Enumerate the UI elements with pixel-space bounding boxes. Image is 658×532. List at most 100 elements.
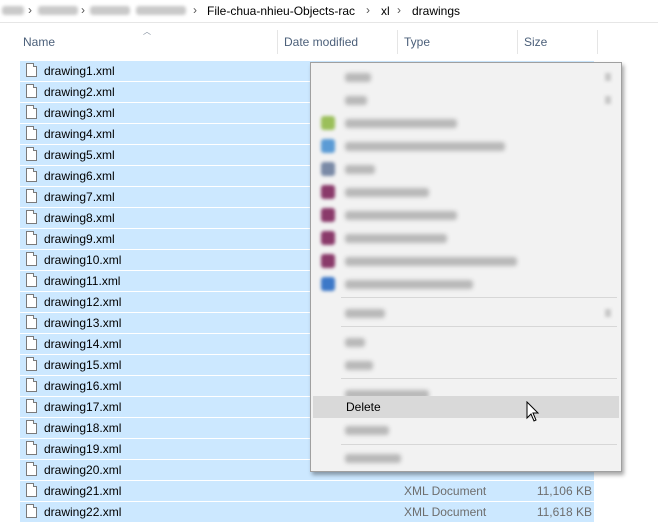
file-name: drawing21.xml [44, 484, 122, 498]
xml-file-icon [26, 378, 37, 392]
blurred-path-segment[interactable] [38, 6, 78, 15]
file-size: 11,618 KB [536, 505, 592, 519]
xml-file-icon [26, 252, 37, 266]
file-size: 11,106 KB [536, 484, 592, 498]
winrar-icon [321, 231, 335, 245]
file-name: drawing11.xml [44, 274, 121, 288]
chevron-right-icon: › [193, 3, 197, 17]
xml-file-icon [26, 210, 37, 224]
xml-file-icon [26, 189, 37, 203]
breadcrumb-item[interactable]: xl [381, 4, 390, 18]
xml-file-icon [26, 315, 37, 329]
submenu-arrow-icon [605, 73, 611, 81]
column-header-type[interactable]: Type [398, 30, 516, 54]
file-name: drawing2.xml [44, 85, 115, 99]
file-name: drawing5.xml [44, 148, 115, 162]
menu-item-blurred[interactable] [313, 419, 619, 441]
column-header-label: Type [404, 35, 431, 49]
file-type: XML Document [404, 484, 487, 498]
xml-file-icon [26, 462, 37, 476]
malwarebytes-icon [321, 277, 335, 291]
menu-item-blurred[interactable] [313, 66, 619, 88]
file-name: drawing19.xml [44, 442, 122, 456]
winrar-icon [321, 185, 335, 199]
xml-file-icon [26, 63, 37, 77]
file-row[interactable]: drawing22.xml XML Document 11,618 KB [20, 502, 594, 522]
xml-file-icon [26, 105, 37, 119]
xml-file-icon [26, 126, 37, 140]
menu-item-blurred[interactable] [313, 181, 619, 203]
winrar-icon [321, 208, 335, 222]
menu-item-blurred[interactable] [313, 250, 619, 272]
menu-separator [341, 378, 617, 379]
xml-file-icon [26, 483, 37, 497]
menu-item-blurred[interactable] [313, 135, 619, 157]
xml-file-icon [26, 294, 37, 308]
app-icon [321, 116, 335, 130]
file-row[interactable]: drawing21.xml XML Document 11,106 KB [20, 481, 594, 501]
column-header-size[interactable]: Size [518, 30, 596, 54]
file-name: drawing13.xml [44, 316, 122, 330]
file-name: drawing7.xml [44, 190, 115, 204]
file-name: drawing17.xml [44, 400, 122, 414]
menu-separator [341, 297, 617, 298]
xml-file-icon [26, 420, 37, 434]
file-name: drawing9.xml [44, 232, 115, 246]
chevron-right-icon: › [397, 3, 401, 17]
chevron-right-icon: › [28, 3, 32, 17]
menu-item-blurred[interactable] [313, 302, 619, 324]
xml-file-icon [26, 357, 37, 371]
submenu-arrow-icon [605, 96, 611, 104]
column-divider[interactable] [597, 30, 598, 54]
menu-item-blurred[interactable] [313, 204, 619, 226]
file-name: drawing15.xml [44, 358, 122, 372]
winrar-icon [321, 254, 335, 268]
menu-item-blurred[interactable] [313, 112, 619, 134]
file-type: XML Document [404, 505, 487, 519]
menu-item-delete[interactable]: Delete [313, 396, 619, 418]
menu-item-blurred[interactable] [313, 331, 619, 353]
menu-item-blurred[interactable] [313, 273, 619, 295]
defender-icon [321, 139, 335, 153]
mouse-cursor-icon [526, 401, 540, 422]
breadcrumb-item[interactable]: drawings [412, 4, 460, 18]
context-menu: Delete [310, 62, 622, 472]
breadcrumb-item[interactable]: File-chua-nhieu-Objects-rac [207, 4, 355, 18]
blurred-path-segment[interactable] [90, 6, 130, 15]
menu-item-blurred[interactable] [313, 447, 619, 469]
menu-separator [341, 444, 617, 445]
menu-item-label: Delete [346, 400, 381, 414]
file-name: drawing8.xml [44, 211, 115, 225]
xml-file-icon [26, 399, 37, 413]
chevron-right-icon: › [81, 3, 85, 17]
column-header-date-modified[interactable]: Date modified [278, 30, 396, 54]
menu-item-blurred[interactable] [313, 89, 619, 111]
xml-file-icon [26, 441, 37, 455]
breadcrumb: › › › File-chua-nhieu-Objects-rac › xl ›… [0, 0, 658, 23]
menu-item-blurred[interactable] [313, 227, 619, 249]
xml-file-icon [26, 168, 37, 182]
file-name: drawing6.xml [44, 169, 115, 183]
column-header-label: Name [23, 35, 56, 49]
file-name: drawing1.xml [44, 64, 115, 78]
file-name: drawing14.xml [44, 337, 122, 351]
file-name: drawing12.xml [44, 295, 122, 309]
file-name: drawing10.xml [44, 253, 122, 267]
menu-separator [341, 326, 617, 327]
blurred-path-segment[interactable] [2, 6, 24, 15]
menu-item-blurred[interactable] [313, 158, 619, 180]
menu-item-blurred[interactable] [313, 354, 619, 376]
xml-file-icon [26, 84, 37, 98]
file-name: drawing20.xml [44, 463, 122, 477]
blurred-path-segment[interactable] [136, 6, 186, 15]
submenu-arrow-icon [605, 309, 611, 317]
xml-file-icon [26, 273, 37, 287]
file-name: drawing3.xml [44, 106, 115, 120]
file-name: drawing22.xml [44, 505, 122, 519]
xml-file-icon [26, 504, 37, 518]
share-icon [321, 162, 335, 176]
column-header-label: Size [524, 35, 548, 49]
column-header-name[interactable]: Name [16, 30, 276, 54]
chevron-right-icon: › [366, 3, 370, 17]
xml-file-icon [26, 231, 37, 245]
